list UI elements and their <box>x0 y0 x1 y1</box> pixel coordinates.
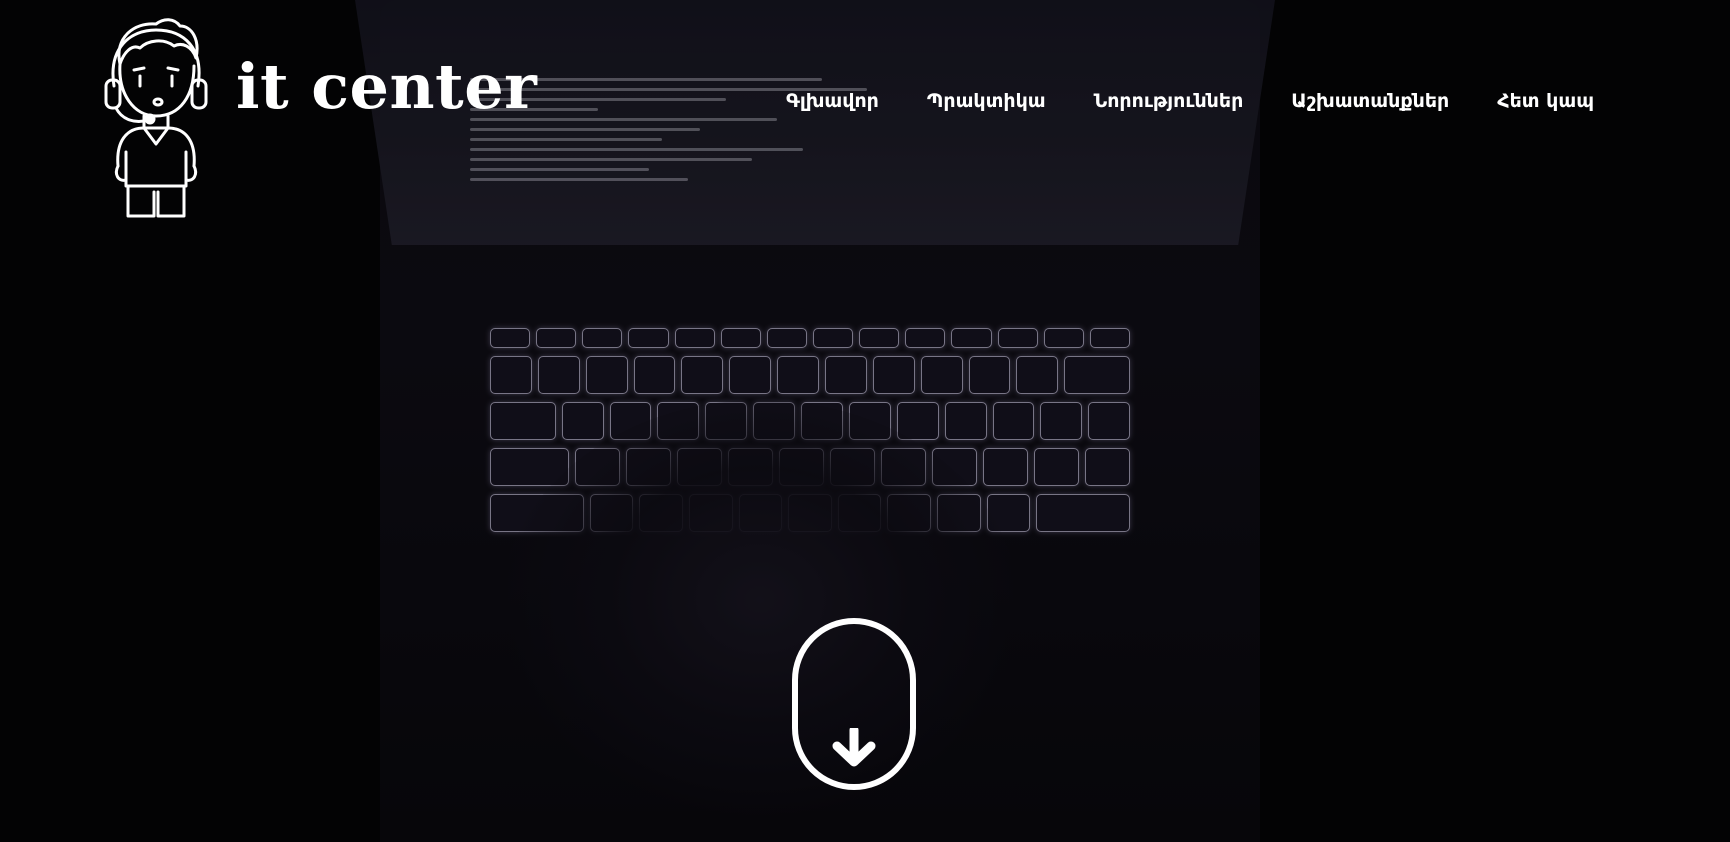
hero-section: it center Գլխավոր Պրակտիկա Նորություններ… <box>0 0 1730 842</box>
headset-boy-icon <box>104 18 208 218</box>
nav-item-contact[interactable]: Հետ կապ <box>1497 90 1594 112</box>
arrow-down-icon <box>832 728 876 767</box>
nav-item-works[interactable]: Աշխատանքներ <box>1291 90 1449 112</box>
brand-logo[interactable]: it center <box>100 16 537 221</box>
nav-item-practice[interactable]: Պրակտիկա <box>927 90 1046 112</box>
nav-item-news[interactable]: Նորություններ <box>1094 90 1244 112</box>
nav-item-home[interactable]: Գլխավոր <box>786 90 879 112</box>
scroll-down-button[interactable] <box>792 618 916 790</box>
brand-name: it center <box>236 50 538 123</box>
main-nav: Գլխավոր Պրակտիկա Նորություններ Աշխատանքն… <box>786 90 1594 112</box>
